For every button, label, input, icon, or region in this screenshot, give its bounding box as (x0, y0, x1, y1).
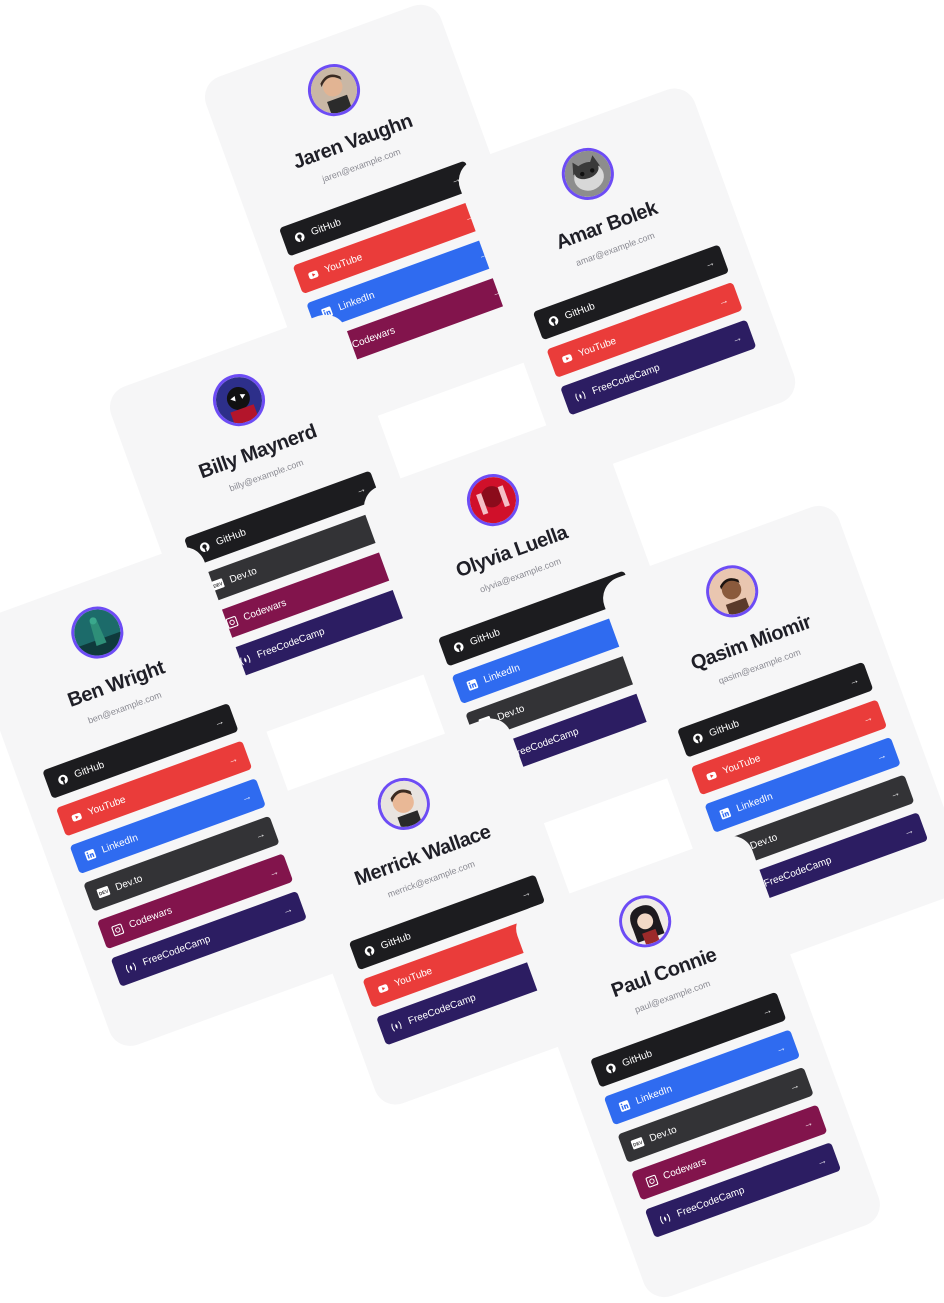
avatar-photo-icon (304, 60, 364, 120)
github-icon (603, 1060, 618, 1075)
avatar-photo-icon (558, 144, 618, 204)
avatar-photo-icon (702, 561, 762, 621)
avatar (300, 56, 368, 124)
freecodecamp-icon (657, 1211, 672, 1226)
linkedin-icon (464, 677, 479, 692)
codewars-icon (644, 1173, 659, 1188)
devto-icon: DEV (96, 884, 111, 899)
linkedin-icon (717, 806, 732, 821)
avatar-photo-icon (67, 603, 127, 663)
github-icon (361, 943, 376, 958)
freecodecamp-icon (389, 1018, 404, 1033)
freecodecamp-icon (123, 960, 138, 975)
codewars-icon (109, 922, 124, 937)
avatar (63, 599, 131, 666)
avatar (205, 366, 273, 434)
avatar-photo-icon (463, 470, 523, 530)
profile-card-amar-bolek: Amar Bolek amar@example.com GitHub → YouT… (452, 82, 802, 481)
linkedin-icon (616, 1098, 631, 1113)
github-icon (450, 639, 465, 654)
github-icon (545, 313, 560, 328)
youtube-icon (703, 768, 718, 783)
github-icon (291, 229, 306, 244)
youtube-icon (559, 351, 574, 366)
avatar (611, 887, 679, 955)
linkedin-icon (82, 847, 97, 862)
youtube-icon (305, 267, 320, 282)
github-icon (690, 730, 705, 745)
github-icon (55, 772, 70, 787)
youtube-icon (68, 809, 83, 824)
avatar (370, 770, 438, 838)
youtube-icon (375, 981, 390, 996)
avatar-photo-icon (615, 891, 675, 951)
devto-icon: DEV (630, 1136, 645, 1151)
freecodecamp-icon (573, 388, 588, 403)
avatar (459, 466, 527, 534)
avatar (698, 557, 766, 625)
avatar-photo-icon (209, 370, 269, 430)
avatar-photo-icon (374, 774, 434, 834)
avatar (554, 140, 622, 208)
